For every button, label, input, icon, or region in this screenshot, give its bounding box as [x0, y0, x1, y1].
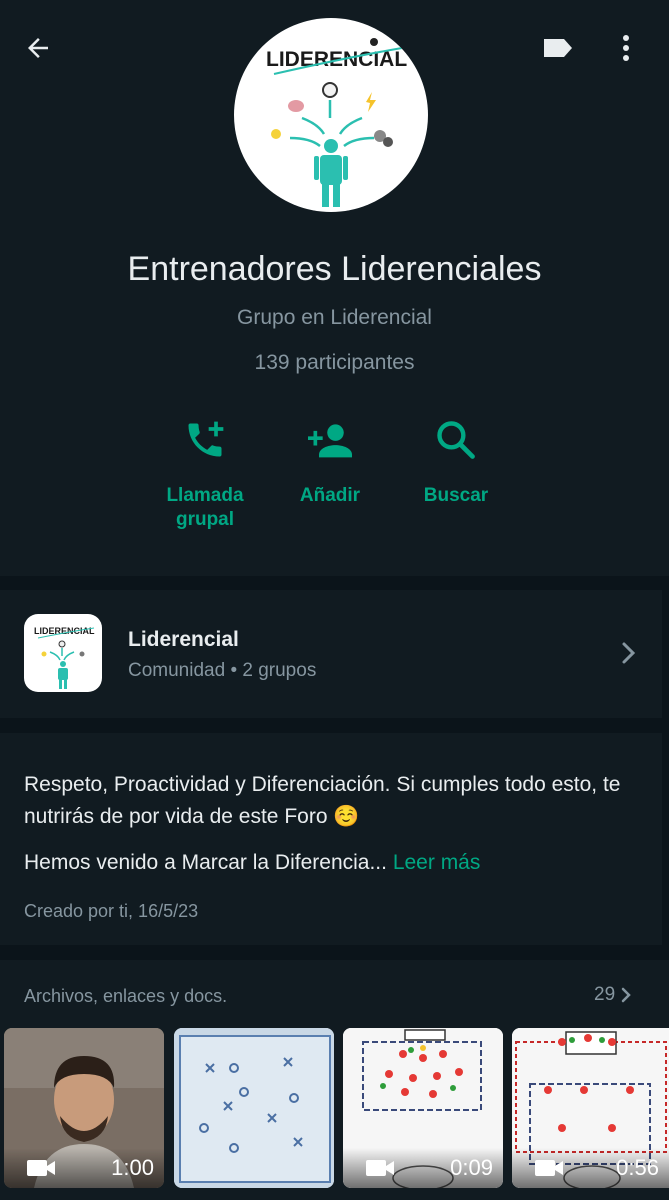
- label-button[interactable]: [530, 24, 586, 72]
- media-thumbnail[interactable]: 1:00: [4, 1028, 164, 1188]
- media-count-button[interactable]: 29: [594, 984, 633, 1006]
- video-overlay: 0:09: [343, 1148, 503, 1188]
- more-options-button[interactable]: [606, 24, 646, 72]
- phone-plus-icon: [188, 421, 224, 457]
- add-participant-label: Añadir: [299, 485, 361, 506]
- community-name: Liderencial: [128, 628, 239, 651]
- group-info-header: LIDERENCIAL Entrenadores Liderenciales G…: [0, 0, 669, 576]
- liderencial-logo: LIDERENCIAL: [266, 38, 407, 207]
- search-label: Buscar: [423, 485, 489, 506]
- group-call-label-line1: Llamada: [166, 485, 244, 506]
- read-more-link[interactable]: Leer más: [393, 851, 481, 874]
- search-icon: [437, 421, 475, 459]
- video-camera-icon: [366, 1160, 394, 1176]
- media-section: Archivos, enlaces y docs. 29 1:00 0:09 0…: [0, 960, 669, 1200]
- media-count: 29: [594, 984, 616, 1005]
- video-duration: 0:09: [450, 1155, 493, 1180]
- description-text-continued: Hemos venido a Marcar la Diferencia... L…: [24, 851, 480, 875]
- chevron-right-icon: [622, 642, 636, 664]
- media-thumbnail[interactable]: 0:56: [512, 1028, 669, 1188]
- media-thumbnail[interactable]: 0:09: [343, 1028, 503, 1188]
- search-button[interactable]: Buscar: [396, 418, 516, 508]
- media-title: Archivos, enlaces y docs.: [24, 986, 228, 1006]
- video-duration: 1:00: [111, 1155, 154, 1180]
- group-call-label-line2: grupal: [175, 509, 235, 530]
- video-camera-icon: [535, 1160, 563, 1176]
- group-name: Entrenadores Liderenciales: [127, 250, 542, 288]
- person-add-icon: [308, 424, 352, 458]
- add-participant-button[interactable]: Añadir: [270, 418, 390, 508]
- video-overlay: 1:00: [4, 1148, 164, 1188]
- community-avatar: LIDERENCIAL: [24, 614, 102, 692]
- video-camera-icon: [27, 1160, 55, 1176]
- group-subtitle[interactable]: Grupo en Liderencial: [0, 306, 669, 330]
- community-logo-text: LIDERENCIAL: [34, 626, 95, 636]
- back-button[interactable]: [14, 24, 62, 72]
- video-overlay: 0:56: [512, 1148, 669, 1188]
- group-avatar[interactable]: LIDERENCIAL: [234, 18, 428, 212]
- community-meta: Comunidad • 2 grupos: [128, 660, 317, 681]
- community-row[interactable]: LIDERENCIAL Liderencial Comunidad • 2 gr…: [0, 590, 662, 718]
- more-vertical-icon: [623, 35, 629, 61]
- tactics-board-image: [174, 1028, 334, 1188]
- group-call-label: Llamada grupal: [145, 484, 265, 532]
- liderencial-logo: LIDERENCIAL: [34, 626, 95, 689]
- group-call-button[interactable]: Llamada grupal: [145, 418, 265, 532]
- chevron-right-icon: [621, 987, 631, 1003]
- arrow-left-icon: [28, 38, 48, 58]
- media-thumbnail[interactable]: [174, 1028, 334, 1188]
- created-info: Creado por ti, 16/5/23: [24, 901, 199, 921]
- description-truncated: Hemos venido a Marcar la Diferencia...: [24, 851, 387, 874]
- participants-count: 139 participantes: [254, 351, 415, 374]
- group-description: Respeto, Proactividad y Diferenciación. …: [0, 733, 662, 945]
- description-text: Respeto, Proactividad y Diferenciación. …: [24, 773, 621, 828]
- video-duration: 0:56: [616, 1155, 659, 1180]
- label-tag-icon: [544, 39, 572, 57]
